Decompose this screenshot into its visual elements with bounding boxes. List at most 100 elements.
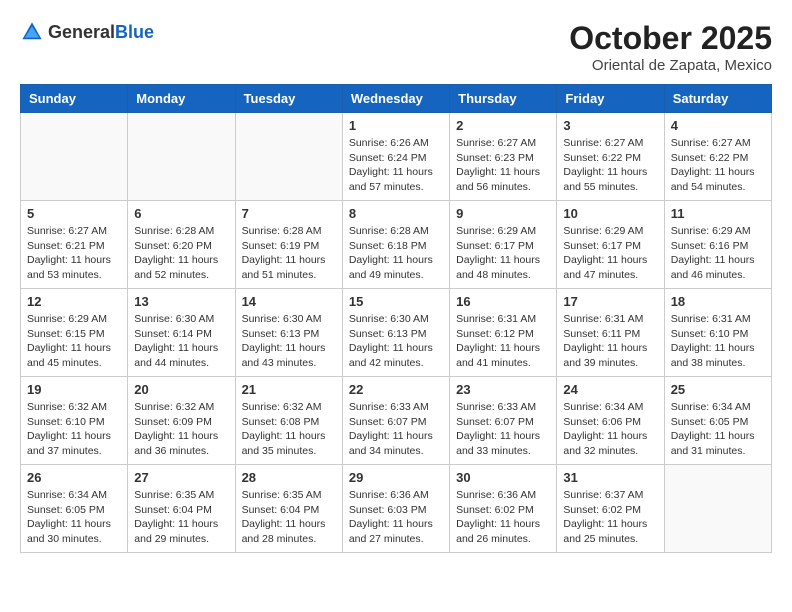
- day-number: 18: [671, 294, 765, 309]
- day-info: Sunrise: 6:27 AM Sunset: 6:22 PM Dayligh…: [563, 136, 657, 195]
- day-number: 7: [242, 206, 336, 221]
- calendar-cell: 26 Sunrise: 6:34 AM Sunset: 6:05 PM Dayli…: [21, 465, 128, 553]
- day-number: 20: [134, 382, 228, 397]
- calendar-header-row: SundayMondayTuesdayWednesdayThursdayFrid…: [21, 85, 772, 113]
- calendar-cell: 20 Sunrise: 6:32 AM Sunset: 6:09 PM Dayli…: [128, 377, 235, 465]
- day-info: Sunrise: 6:29 AM Sunset: 6:17 PM Dayligh…: [563, 224, 657, 283]
- day-number: 12: [27, 294, 121, 309]
- day-info: Sunrise: 6:32 AM Sunset: 6:09 PM Dayligh…: [134, 400, 228, 459]
- calendar-cell: 4Sunrise: 6:27 AM Sunset: 6:22 PM Daylig…: [664, 113, 771, 201]
- calendar-cell: 28 Sunrise: 6:35 AM Sunset: 6:04 PM Dayli…: [235, 465, 342, 553]
- day-info: Sunrise: 6:36 AM Sunset: 6:02 PM Dayligh…: [456, 488, 550, 547]
- title-block: October 2025 Oriental de Zapata, Mexico: [569, 20, 772, 74]
- day-number: 28: [242, 470, 336, 485]
- day-number: 14: [242, 294, 336, 309]
- day-number: 30: [456, 470, 550, 485]
- day-number: 25: [671, 382, 765, 397]
- day-header-thursday: Thursday: [450, 85, 557, 113]
- day-info: Sunrise: 6:35 AM Sunset: 6:04 PM Dayligh…: [134, 488, 228, 547]
- calendar-cell: 10 Sunrise: 6:29 AM Sunset: 6:17 PM Dayli…: [557, 201, 664, 289]
- day-number: 10: [563, 206, 657, 221]
- day-info: Sunrise: 6:36 AM Sunset: 6:03 PM Dayligh…: [349, 488, 443, 547]
- day-info: Sunrise: 6:29 AM Sunset: 6:17 PM Dayligh…: [456, 224, 550, 283]
- calendar-cell: 11 Sunrise: 6:29 AM Sunset: 6:16 PM Dayli…: [664, 201, 771, 289]
- day-header-sunday: Sunday: [21, 85, 128, 113]
- day-info: Sunrise: 6:33 AM Sunset: 6:07 PM Dayligh…: [349, 400, 443, 459]
- day-header-monday: Monday: [128, 85, 235, 113]
- day-number: 26: [27, 470, 121, 485]
- calendar-cell: 29Sunrise: 6:36 AM Sunset: 6:03 PM Dayli…: [342, 465, 449, 553]
- day-number: 8: [349, 206, 443, 221]
- calendar-cell: 2Sunrise: 6:27 AM Sunset: 6:23 PM Daylig…: [450, 113, 557, 201]
- logo: GeneralBlue: [20, 20, 154, 44]
- calendar-cell: [664, 465, 771, 553]
- day-header-saturday: Saturday: [664, 85, 771, 113]
- day-info: Sunrise: 6:34 AM Sunset: 6:06 PM Dayligh…: [563, 400, 657, 459]
- day-number: 27: [134, 470, 228, 485]
- week-row-4: 19Sunrise: 6:32 AM Sunset: 6:10 PM Dayli…: [21, 377, 772, 465]
- day-number: 9: [456, 206, 550, 221]
- week-row-1: 1 Sunrise: 6:26 AM Sunset: 6:24 PM Daylig…: [21, 113, 772, 201]
- day-number: 22: [349, 382, 443, 397]
- day-info: Sunrise: 6:29 AM Sunset: 6:15 PM Dayligh…: [27, 312, 121, 371]
- calendar-cell: 12 Sunrise: 6:29 AM Sunset: 6:15 PM Dayli…: [21, 289, 128, 377]
- day-header-tuesday: Tuesday: [235, 85, 342, 113]
- day-number: 15: [349, 294, 443, 309]
- calendar-cell: 7 Sunrise: 6:28 AM Sunset: 6:19 PM Daylig…: [235, 201, 342, 289]
- calendar-cell: 5Sunrise: 6:27 AM Sunset: 6:21 PM Daylig…: [21, 201, 128, 289]
- day-info: Sunrise: 6:35 AM Sunset: 6:04 PM Dayligh…: [242, 488, 336, 547]
- day-info: Sunrise: 6:31 AM Sunset: 6:12 PM Dayligh…: [456, 312, 550, 371]
- day-info: Sunrise: 6:29 AM Sunset: 6:16 PM Dayligh…: [671, 224, 765, 283]
- calendar-cell: 9 Sunrise: 6:29 AM Sunset: 6:17 PM Daylig…: [450, 201, 557, 289]
- week-row-3: 12 Sunrise: 6:29 AM Sunset: 6:15 PM Dayli…: [21, 289, 772, 377]
- calendar-cell: 18Sunrise: 6:31 AM Sunset: 6:10 PM Dayli…: [664, 289, 771, 377]
- calendar-cell: 27 Sunrise: 6:35 AM Sunset: 6:04 PM Dayli…: [128, 465, 235, 553]
- day-header-wednesday: Wednesday: [342, 85, 449, 113]
- day-info: Sunrise: 6:28 AM Sunset: 6:19 PM Dayligh…: [242, 224, 336, 283]
- calendar-cell: 31 Sunrise: 6:37 AM Sunset: 6:02 PM Dayli…: [557, 465, 664, 553]
- calendar-cell: 19Sunrise: 6:32 AM Sunset: 6:10 PM Dayli…: [21, 377, 128, 465]
- calendar-cell: 3 Sunrise: 6:27 AM Sunset: 6:22 PM Daylig…: [557, 113, 664, 201]
- calendar-cell: 22 Sunrise: 6:33 AM Sunset: 6:07 PM Dayli…: [342, 377, 449, 465]
- day-info: Sunrise: 6:33 AM Sunset: 6:07 PM Dayligh…: [456, 400, 550, 459]
- calendar-cell: 23 Sunrise: 6:33 AM Sunset: 6:07 PM Dayli…: [450, 377, 557, 465]
- week-row-5: 26 Sunrise: 6:34 AM Sunset: 6:05 PM Dayli…: [21, 465, 772, 553]
- day-info: Sunrise: 6:34 AM Sunset: 6:05 PM Dayligh…: [27, 488, 121, 547]
- calendar-cell: 17Sunrise: 6:31 AM Sunset: 6:11 PM Dayli…: [557, 289, 664, 377]
- calendar-cell: 13Sunrise: 6:30 AM Sunset: 6:14 PM Dayli…: [128, 289, 235, 377]
- day-number: 21: [242, 382, 336, 397]
- day-number: 17: [563, 294, 657, 309]
- calendar-cell: 6 Sunrise: 6:28 AM Sunset: 6:20 PM Daylig…: [128, 201, 235, 289]
- day-number: 31: [563, 470, 657, 485]
- day-number: 11: [671, 206, 765, 221]
- day-number: 5: [27, 206, 121, 221]
- logo-icon: [20, 20, 44, 44]
- logo-blue: Blue: [115, 22, 154, 42]
- day-number: 6: [134, 206, 228, 221]
- week-row-2: 5Sunrise: 6:27 AM Sunset: 6:21 PM Daylig…: [21, 201, 772, 289]
- day-number: 24: [563, 382, 657, 397]
- day-info: Sunrise: 6:30 AM Sunset: 6:13 PM Dayligh…: [349, 312, 443, 371]
- day-info: Sunrise: 6:34 AM Sunset: 6:05 PM Dayligh…: [671, 400, 765, 459]
- calendar-cell: 8 Sunrise: 6:28 AM Sunset: 6:18 PM Daylig…: [342, 201, 449, 289]
- calendar-cell: 1 Sunrise: 6:26 AM Sunset: 6:24 PM Daylig…: [342, 113, 449, 201]
- calendar-cell: 24 Sunrise: 6:34 AM Sunset: 6:06 PM Dayli…: [557, 377, 664, 465]
- day-info: Sunrise: 6:28 AM Sunset: 6:18 PM Dayligh…: [349, 224, 443, 283]
- calendar-cell: 30 Sunrise: 6:36 AM Sunset: 6:02 PM Dayli…: [450, 465, 557, 553]
- day-header-friday: Friday: [557, 85, 664, 113]
- day-number: 23: [456, 382, 550, 397]
- calendar-cell: 15 Sunrise: 6:30 AM Sunset: 6:13 PM Dayli…: [342, 289, 449, 377]
- day-info: Sunrise: 6:27 AM Sunset: 6:23 PM Dayligh…: [456, 136, 550, 195]
- day-info: Sunrise: 6:28 AM Sunset: 6:20 PM Dayligh…: [134, 224, 228, 283]
- day-info: Sunrise: 6:37 AM Sunset: 6:02 PM Dayligh…: [563, 488, 657, 547]
- day-info: Sunrise: 6:30 AM Sunset: 6:13 PM Dayligh…: [242, 312, 336, 371]
- day-number: 1: [349, 118, 443, 133]
- calendar-table: SundayMondayTuesdayWednesdayThursdayFrid…: [20, 84, 772, 553]
- day-number: 13: [134, 294, 228, 309]
- calendar-cell: 14 Sunrise: 6:30 AM Sunset: 6:13 PM Dayli…: [235, 289, 342, 377]
- page-header: GeneralBlue October 2025 Oriental de Zap…: [20, 20, 772, 74]
- calendar-cell: [21, 113, 128, 201]
- calendar-cell: 21Sunrise: 6:32 AM Sunset: 6:08 PM Dayli…: [235, 377, 342, 465]
- day-info: Sunrise: 6:26 AM Sunset: 6:24 PM Dayligh…: [349, 136, 443, 195]
- day-number: 3: [563, 118, 657, 133]
